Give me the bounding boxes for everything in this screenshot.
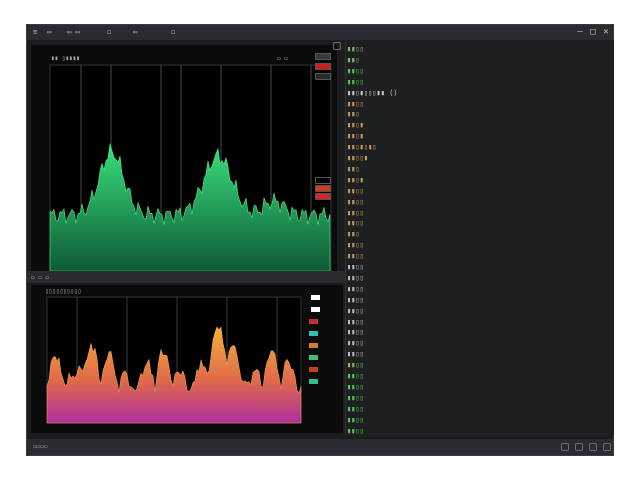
refresh-icon[interactable]	[575, 443, 583, 451]
code-line[interactable]: ▮▮▯▯	[347, 307, 364, 315]
toolbar-item-5[interactable]: ◻	[171, 28, 175, 38]
legend-swatch[interactable]	[309, 367, 318, 372]
bottom-panel-tools[interactable]: ▭ ▭ ▭	[31, 274, 49, 281]
legend-swatch[interactable]	[315, 177, 331, 184]
status-left: ▭▭▭▭	[33, 443, 47, 450]
bottom-spectrum-plot	[31, 285, 343, 433]
layout-icon[interactable]	[589, 443, 597, 451]
code-line[interactable]: ▮▮▯▯	[347, 416, 364, 424]
bottom-panel-toolbar: ▭ ▭ ▭	[27, 271, 345, 283]
code-line[interactable]: ▮▮▯▯	[347, 198, 364, 206]
legend-swatch[interactable]	[311, 307, 320, 312]
legend-swatch[interactable]	[309, 319, 318, 324]
legend-swatch[interactable]	[309, 355, 318, 360]
code-line[interactable]: ▮▮▯	[347, 230, 360, 238]
legend-swatch[interactable]	[311, 295, 320, 300]
right-code-panel	[345, 40, 614, 436]
code-line[interactable]: ▮▮▯▯	[347, 318, 364, 326]
code-line[interactable]: ▮▮▯▯	[347, 187, 364, 195]
top-panel-expand-icon[interactable]	[333, 42, 341, 50]
code-line[interactable]: ▮▮▯▯	[347, 241, 364, 249]
legend-swatch[interactable]	[315, 185, 331, 192]
top-chart-panel: ▮▮ ▯▮▮▮▮ ▭ ▭	[31, 45, 337, 275]
code-line[interactable]: ▮▮▯▯	[347, 394, 364, 402]
code-line[interactable]: ▮▮▯▯	[347, 296, 364, 304]
code-line[interactable]: ▮▮▯	[347, 56, 360, 64]
code-line[interactable]: ▮▮▯▯	[347, 372, 364, 380]
top-side-legend	[309, 53, 339, 203]
bottom-side-legend	[301, 295, 341, 395]
code-line[interactable]: ▮▮▯▯▮	[347, 154, 368, 162]
legend-swatch[interactable]	[315, 63, 331, 70]
title-bar: ≡ ▭ ▭ ▭ ◻ ▭ ◻ – □ ✕	[27, 25, 613, 40]
code-line[interactable]: ▮▮▯▮	[347, 132, 364, 140]
code-line[interactable]: ▮▮▯▯	[347, 427, 364, 435]
code-line[interactable]: ▮▮▯▯	[347, 383, 364, 391]
minimize-button[interactable]: –	[575, 27, 585, 37]
menu-icon[interactable]: ≡	[33, 28, 37, 38]
legend-swatch[interactable]	[315, 53, 331, 60]
code-line[interactable]: ▮▮▯▯	[347, 219, 364, 227]
code-line[interactable]: ▮▮▯▮▯▮▯	[347, 143, 377, 151]
toolbar-item-1[interactable]: ▭	[47, 28, 51, 38]
legend-swatch[interactable]	[309, 331, 318, 336]
code-line[interactable]: ▮▮▯▯	[347, 263, 364, 271]
code-line[interactable]: ▮▮▯▮	[347, 121, 364, 129]
code-line[interactable]: ▮▮▯▯	[347, 405, 364, 413]
toolbar-item-3[interactable]: ◻	[107, 28, 111, 38]
legend-swatch[interactable]	[309, 343, 318, 348]
legend-swatch[interactable]	[315, 73, 331, 80]
settings-icon[interactable]	[561, 443, 569, 451]
code-line[interactable]: ▮▮▯▮	[347, 176, 364, 184]
code-line[interactable]: ▮▮▯▯	[347, 328, 364, 336]
code-line[interactable]: ▮▮▯▯	[347, 100, 364, 108]
code-line[interactable]: ▮▮▯▯	[347, 78, 364, 86]
code-line[interactable]: ▮▮▯▮▯▯▯▮▮ ()	[347, 89, 398, 97]
code-line[interactable]: ▮▮▯▯	[347, 350, 364, 358]
close-button[interactable]: ✕	[601, 27, 611, 37]
code-line[interactable]: ▮▮▯▯	[347, 252, 364, 260]
code-line[interactable]: ▮▮▯▯	[347, 67, 364, 75]
bottom-chart-panel: ▯▯▯▯▯▯▯▯▯▯	[31, 285, 343, 433]
legend-swatch[interactable]	[315, 193, 331, 200]
code-line[interactable]: ▮▮▯▯	[347, 339, 364, 347]
code-line[interactable]: ▮▮▯▯	[347, 45, 364, 53]
code-line[interactable]: ▮▮▯	[347, 165, 360, 173]
code-line[interactable]: ▮▮▯	[347, 110, 360, 118]
code-line[interactable]: ▮▮▯▯	[347, 209, 364, 217]
info-icon[interactable]	[603, 443, 611, 451]
code-line[interactable]: ▮▮▯▯	[347, 361, 364, 369]
code-line[interactable]: ▮▮▯▯	[347, 274, 364, 282]
legend-swatch[interactable]	[309, 379, 318, 384]
status-bar: ▭▭▭▭	[27, 439, 613, 455]
toolbar-item-2[interactable]: ▭ ▭	[67, 28, 80, 38]
maximize-button[interactable]: □	[588, 27, 598, 37]
toolbar-item-4[interactable]: ▭	[133, 28, 137, 38]
code-line[interactable]: ▮▮▯▯	[347, 285, 364, 293]
app-window: ≡ ▭ ▭ ▭ ◻ ▭ ◻ – □ ✕ ▮▮ ▯▮▮▮▮ ▭ ▭ ▭ ▭ ▭ ▯…	[26, 24, 614, 456]
top-spectrum-plot	[31, 45, 337, 275]
